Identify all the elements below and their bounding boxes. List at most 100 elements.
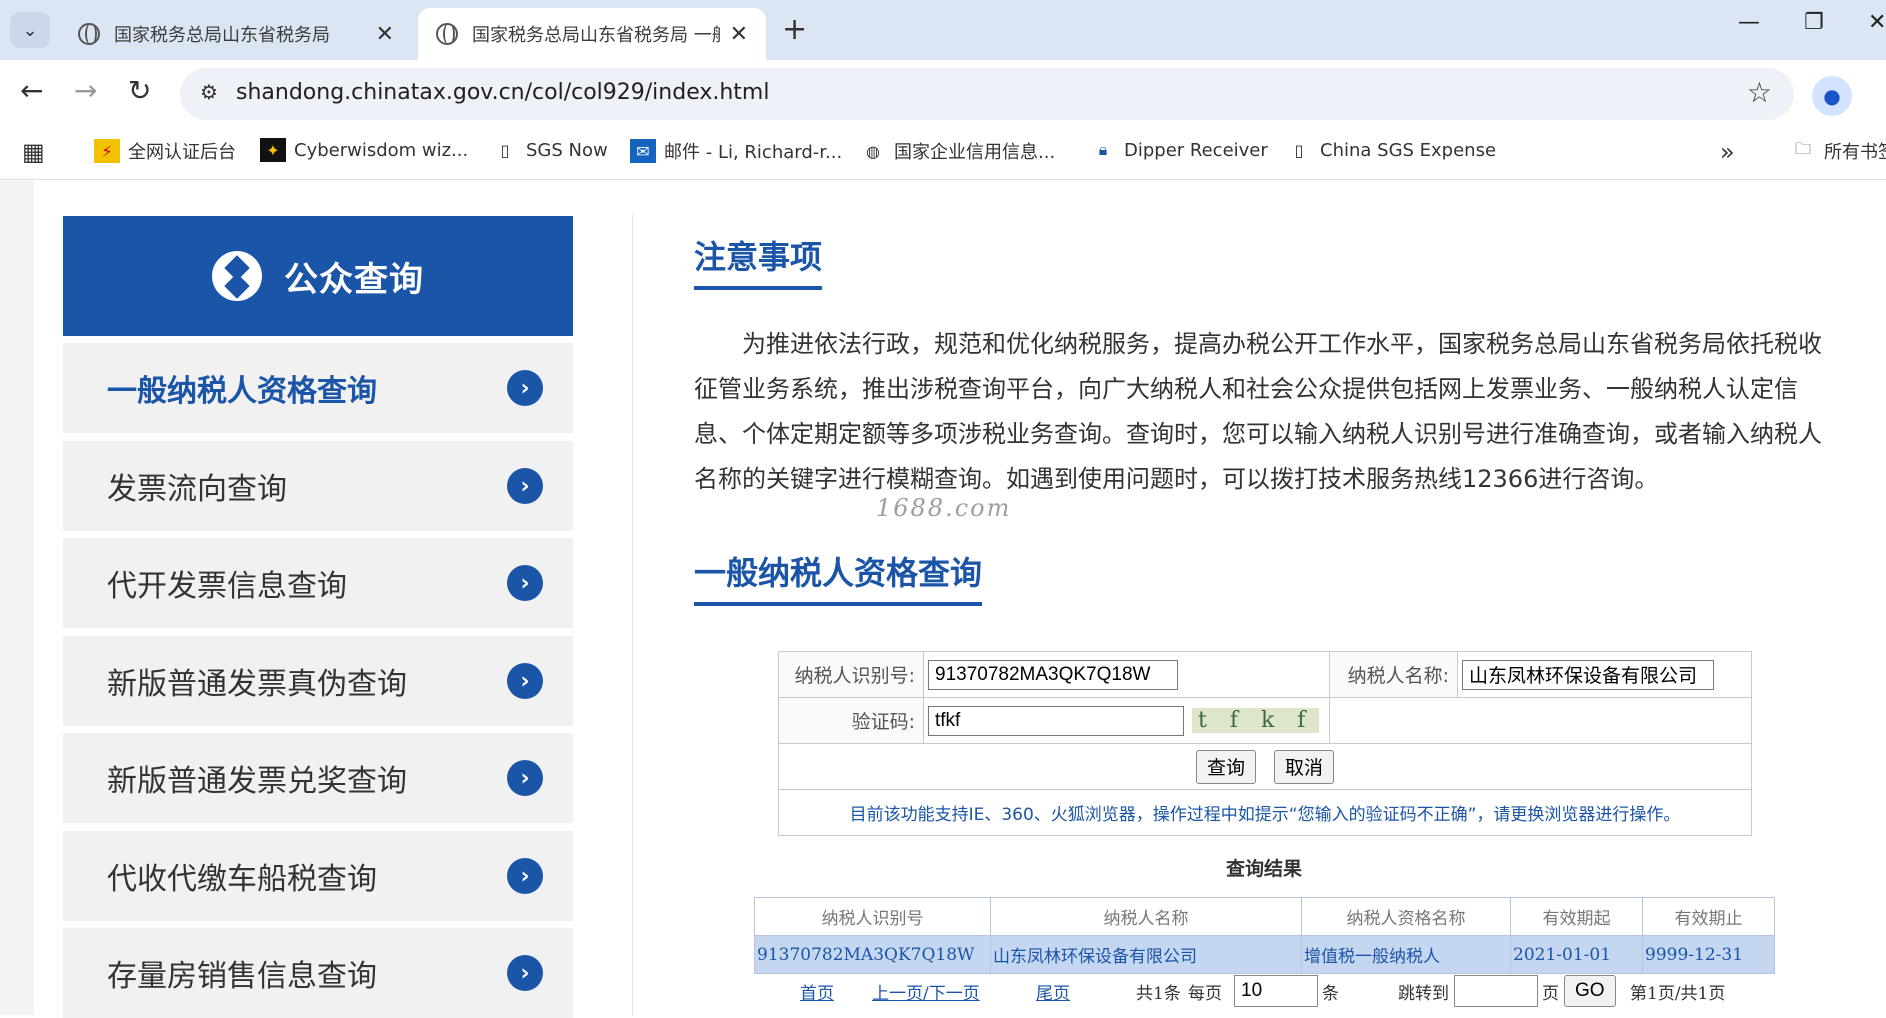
apps-grid-icon[interactable]: ▦ (22, 138, 45, 166)
all-bookmarks-folder[interactable]: 🗀︎ 所有书签 (1790, 138, 1886, 164)
address-bar[interactable]: ⚙ shandong.chinatax.gov.cn/col/col929/in… (180, 68, 1794, 120)
sidebar-item-issued-invoice[interactable]: 代开发票信息查询 › (63, 538, 573, 628)
bookmark-label: 邮件 - Li, Richard-r... (664, 142, 843, 163)
new-tab-button[interactable]: + (782, 12, 807, 47)
first-page-link[interactable]: 首页 (800, 979, 834, 1004)
tab-title: 国家税务总局山东省税务局 (114, 25, 330, 46)
bookmark-label: Dipper Receiver (1124, 139, 1268, 161)
page-info: 第1页/共1页 (1630, 984, 1726, 1004)
page-icon: ▯ (500, 140, 510, 160)
bookmarks-bar: ▦ ⚡ 全网认证后台 ✦ Cyberwisdom wiz... ▯ SGS Now ✉… (0, 128, 1886, 180)
buttons-cell: 查询 取消 (778, 743, 1752, 790)
jump-page-input[interactable] (1454, 975, 1538, 1007)
chevron-right-icon: › (507, 565, 543, 601)
per-page-unit: 条 (1322, 984, 1339, 1004)
table-cell: 山东凤林环保设备有限公司 (990, 935, 1302, 974)
more-bookmarks-icon[interactable]: » (1720, 138, 1735, 166)
globe-icon (436, 23, 458, 45)
sidebar-item-label: 新版普通发票真伪查询 (107, 667, 407, 702)
tab-1[interactable]: 国家税务总局山东省税务局 ✕ (60, 8, 412, 60)
results-table: 纳税人识别号 纳税人名称 纳税人资格名称 有效期起 有效期止 91370782M… (754, 897, 1775, 974)
sidebar-item-vehicle-tax[interactable]: 代收代缴车船税查询 › (63, 831, 573, 921)
last-page-link[interactable]: 尾页 (1036, 979, 1070, 1004)
captcha-cell: t f k f (923, 697, 1330, 744)
cancel-button[interactable]: 取消 (1274, 749, 1335, 784)
jump-unit: 页 (1542, 984, 1559, 1004)
bookmark-2[interactable]: ✦ Cyberwisdom wiz... (260, 138, 468, 162)
watermark-text: 1688.com (876, 494, 1012, 522)
bookmark-label: 全网认证后台 (128, 142, 236, 163)
go-button[interactable]: GO (1564, 975, 1616, 1007)
captcha-input[interactable] (928, 705, 1184, 736)
bookmark-1[interactable]: ⚡ 全网认证后台 (94, 138, 236, 164)
globe-icon (78, 23, 100, 45)
empty-cell (1329, 697, 1752, 744)
bookmark-5[interactable]: ◍ 国家企业信用信息... (860, 138, 1055, 164)
sidebar-item-invoice-authenticity[interactable]: 新版普通发票真伪查询 › (63, 636, 573, 726)
captcha-image[interactable]: t f k f (1192, 707, 1320, 733)
table-header-row: 纳税人识别号 纳税人名称 纳税人资格名称 有效期起 有效期止 (754, 897, 1775, 936)
bookmark-star-icon[interactable]: ☆ (1747, 76, 1772, 109)
query-form: 纳税人识别号: 纳税人名称: 验证码: t f k f 查询 取消 目前该功能支… (778, 651, 1752, 836)
tax-logo-icon (212, 251, 262, 301)
bookmark-favicon-icon: ✦ (260, 138, 286, 162)
query-title: 一般纳税人资格查询 (694, 548, 983, 606)
profile-avatar-icon[interactable]: ● (1812, 76, 1852, 116)
bookmark-7[interactable]: ▯ China SGS Expense (1286, 138, 1496, 162)
sidebar-item-housing-sales[interactable]: 存量房销售信息查询 › (63, 928, 573, 1018)
taxid-input[interactable] (928, 659, 1178, 690)
chevron-right-icon: › (507, 663, 543, 699)
table-cell: 91370782MA3QK7Q18W (754, 935, 991, 974)
bookmark-6[interactable]: 🔒︎ Dipper Receiver (1090, 138, 1268, 162)
bookmark-3[interactable]: ▯ SGS Now (492, 138, 608, 162)
sidebar-item-invoice-flow[interactable]: 发票流向查询 › (63, 441, 573, 531)
per-page-input[interactable] (1234, 975, 1318, 1007)
notice-title: 注意事项 (694, 232, 823, 290)
forward-icon[interactable]: → (74, 74, 97, 107)
browser-toolbar: ← → ↻ ⚙ shandong.chinatax.gov.cn/col/col… (0, 60, 1886, 128)
chevron-right-icon: › (507, 760, 543, 796)
tab-title: 国家税务总局山东省税务局 一般 (472, 25, 720, 46)
name-cell (1457, 651, 1752, 698)
taxpayer-name-input[interactable] (1462, 659, 1714, 690)
close-window-button[interactable]: ✕ (1868, 10, 1886, 35)
sidebar-title: 公众查询 (284, 259, 424, 300)
column-header: 纳税人名称 (990, 897, 1302, 936)
sidebar-item-general-taxpayer[interactable]: 一般纳税人资格查询 › (63, 343, 573, 433)
notice-text: 为推进依法行政，规范和优化纳税服务，提高办税公开工作水平，国家税务总局山东省税务… (694, 330, 1822, 493)
taxpayer-name-label: 纳税人名称: (1329, 651, 1458, 698)
url-text[interactable]: shandong.chinatax.gov.cn/col/col929/inde… (236, 80, 769, 105)
tab-strip: ⌄ 国家税务总局山东省税务局 ✕ 国家税务总局山东省税务局 一般 ✕ + — ❐… (0, 0, 1886, 60)
reload-icon[interactable]: ↻ (128, 74, 151, 107)
column-header: 纳税人识别号 (754, 897, 991, 936)
jump-label: 跳转到 (1398, 984, 1449, 1004)
sidebar-item-label: 一般纳税人资格查询 (107, 374, 377, 409)
bookmark-label: SGS Now (526, 139, 608, 161)
taxid-cell (923, 651, 1330, 698)
column-header: 纳税人资格名称 (1301, 897, 1511, 936)
chevron-right-icon: › (507, 858, 543, 894)
bookmark-favicon-icon: ⚡ (94, 139, 120, 163)
site-info-icon[interactable]: ⚙ (200, 80, 218, 104)
column-header: 有效期止 (1642, 897, 1775, 936)
minimize-button[interactable]: — (1738, 10, 1760, 35)
page-icon: ▯ (1294, 140, 1304, 160)
table-row[interactable]: 91370782MA3QK7Q18W 山东凤林环保设备有限公司 增值税一般纳税人… (754, 935, 1775, 974)
taxid-label: 纳税人识别号: (778, 651, 924, 698)
sidebar-item-invoice-lottery[interactable]: 新版普通发票兑奖查询 › (63, 733, 573, 823)
bookmark-label: Cyberwisdom wiz... (294, 139, 469, 161)
prev-next-link[interactable]: 上一页/下一页 (872, 979, 980, 1004)
search-button[interactable]: 查询 (1195, 749, 1256, 784)
close-icon[interactable]: ✕ (376, 22, 394, 47)
tab-search-button[interactable]: ⌄ (10, 12, 50, 48)
restore-button[interactable]: ❐ (1804, 10, 1824, 35)
browser-tip: 目前该功能支持IE、360、火狐浏览器，操作过程中如提示“您输入的验证码不正确”… (778, 789, 1752, 836)
chevron-right-icon: › (507, 370, 543, 406)
bookmark-4[interactable]: ✉ 邮件 - Li, Richard-r... (630, 138, 842, 164)
bookmark-label: 所有书签 (1824, 142, 1886, 163)
pagination: 首页 上一页/下一页 尾页 共1条 每页 条 跳转到 页 GO 第1页/共1页 (800, 975, 1780, 1009)
back-icon[interactable]: ← (20, 74, 43, 107)
captcha-label: 验证码: (778, 697, 924, 744)
close-icon[interactable]: ✕ (730, 22, 748, 47)
tab-2[interactable]: 国家税务总局山东省税务局 一般 ✕ (418, 8, 766, 60)
